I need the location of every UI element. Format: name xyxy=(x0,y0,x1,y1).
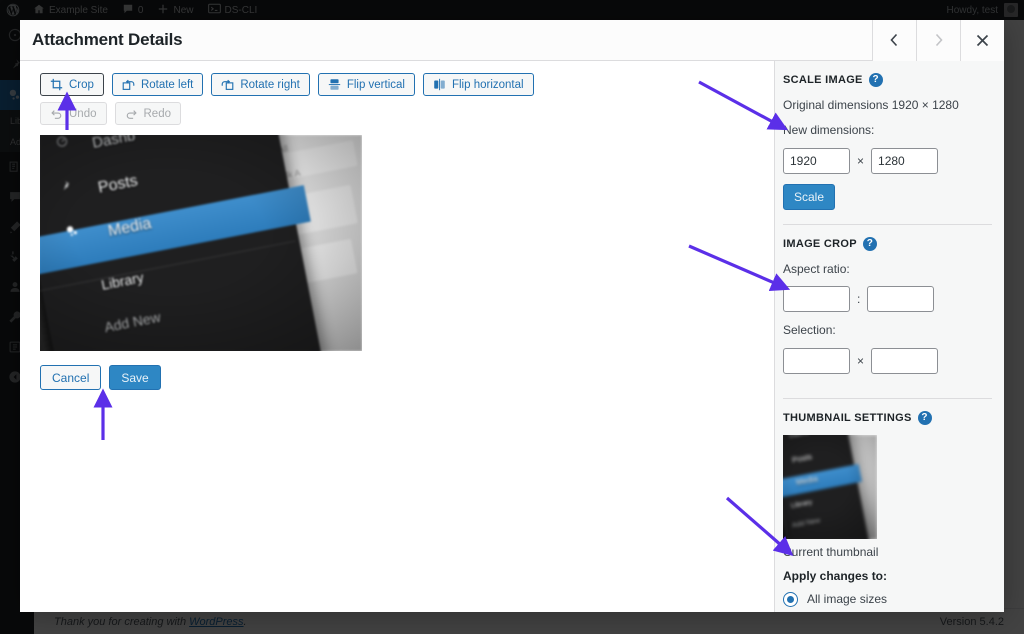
crop-icon xyxy=(50,78,63,91)
editor-actions: Cancel Save xyxy=(40,365,762,390)
apply-changes-label: Apply changes to: xyxy=(783,569,992,583)
radio-button[interactable] xyxy=(783,592,798,607)
redo-button-label: Redo xyxy=(144,108,172,120)
image-preview-wrapper: All Bulk A Dashb Posts Media Library Add… xyxy=(40,135,762,351)
dimension-separator: × xyxy=(857,154,864,168)
flip-vertical-icon xyxy=(328,78,341,91)
chevron-right-icon xyxy=(933,33,944,47)
save-button[interactable]: Save xyxy=(109,365,160,390)
undo-icon xyxy=(50,107,63,120)
scale-button[interactable]: Scale xyxy=(783,184,835,210)
aspect-ratio-label: Aspect ratio: xyxy=(783,261,992,278)
thumbnail-settings-section: THUMBNAIL SETTINGS ? Dashb Posts Media L… xyxy=(783,411,992,612)
scale-height-input[interactable] xyxy=(871,148,938,174)
scale-width-input[interactable] xyxy=(783,148,850,174)
current-thumbnail-image: Dashb Posts Media Library Add New xyxy=(783,435,877,539)
thumbnail-settings-title-label: THUMBNAIL SETTINGS xyxy=(783,412,912,424)
image-crop-title-label: IMAGE CROP xyxy=(783,238,857,250)
close-button[interactable] xyxy=(960,20,1004,61)
image-crop-section: IMAGE CROP ? Aspect ratio: : Selection: … xyxy=(783,237,992,399)
radio-all-image-sizes-label: All image sizes xyxy=(807,592,887,606)
scale-image-section: SCALE IMAGE ? Original dimensions 1920 ×… xyxy=(783,73,992,225)
editor-toolbar-primary: Crop Rotate left Rotate right xyxy=(40,73,762,96)
chevron-left-icon xyxy=(889,33,900,47)
help-icon[interactable]: ? xyxy=(869,73,883,87)
redo-button[interactable]: Redo xyxy=(115,102,182,125)
image-crop-title: IMAGE CROP ? xyxy=(783,237,992,251)
editor-toolbar-history: Undo Redo xyxy=(40,102,762,125)
aspect-ratio-width-input[interactable] xyxy=(783,286,850,312)
modal-nav xyxy=(872,20,1004,61)
close-icon xyxy=(976,34,989,47)
new-dimensions-row: × xyxy=(783,148,992,174)
editor-settings-panel: SCALE IMAGE ? Original dimensions 1920 ×… xyxy=(774,61,1004,612)
thumbnail-vignette xyxy=(783,435,877,539)
previous-button[interactable] xyxy=(872,20,916,61)
rotate-left-icon xyxy=(122,78,135,91)
rotate-right-button-label: Rotate right xyxy=(240,79,299,91)
selection-width-input[interactable] xyxy=(783,348,850,374)
preview-artwork: All Bulk A Dashb Posts Media Library Add… xyxy=(40,135,362,351)
modal-header: Attachment Details xyxy=(20,20,1004,61)
selection-row: × xyxy=(783,348,992,374)
rotate-left-button-label: Rotate left xyxy=(141,79,193,91)
scale-image-title: SCALE IMAGE ? xyxy=(783,73,992,87)
selection-label: Selection: xyxy=(783,322,992,339)
flip-horizontal-button[interactable]: Flip horizontal xyxy=(423,73,534,96)
thumbnail-settings-title: THUMBNAIL SETTINGS ? xyxy=(783,411,992,425)
crop-button[interactable]: Crop xyxy=(40,73,104,96)
next-button[interactable] xyxy=(916,20,960,61)
scale-image-title-label: SCALE IMAGE xyxy=(783,74,863,86)
original-dimensions-text: Original dimensions 1920 × 1280 xyxy=(783,97,992,114)
cancel-button[interactable]: Cancel xyxy=(40,365,101,390)
rotate-left-button[interactable]: Rotate left xyxy=(112,73,203,96)
radio-all-image-sizes[interactable]: All image sizes xyxy=(783,592,992,607)
undo-button-label: Undo xyxy=(69,108,97,120)
image-editor-pane: Crop Rotate left Rotate right xyxy=(20,61,774,612)
selection-separator: × xyxy=(857,354,864,368)
flip-vertical-button-label: Flip vertical xyxy=(347,79,405,91)
crop-button-label: Crop xyxy=(69,79,94,91)
aspect-ratio-height-input[interactable] xyxy=(867,286,934,312)
help-icon[interactable]: ? xyxy=(918,411,932,425)
modal-body: Crop Rotate left Rotate right xyxy=(20,61,1004,612)
undo-button[interactable]: Undo xyxy=(40,102,107,125)
flip-horizontal-button-label: Flip horizontal xyxy=(452,79,524,91)
attachment-details-modal: Attachment Details xyxy=(20,20,1004,612)
redo-icon xyxy=(125,107,138,120)
new-dimensions-label: New dimensions: xyxy=(783,122,992,139)
flip-horizontal-icon xyxy=(433,78,446,91)
image-preview[interactable]: All Bulk A Dashb Posts Media Library Add… xyxy=(40,135,362,351)
page-title: Attachment Details xyxy=(20,30,182,50)
thumbnail-artwork: Dashb Posts Media Library Add New xyxy=(783,435,877,539)
selection-height-input[interactable] xyxy=(871,348,938,374)
current-thumbnail-label: Current thumbnail xyxy=(783,545,992,559)
aspect-ratio-separator: : xyxy=(857,292,860,306)
rotate-right-icon xyxy=(221,78,234,91)
help-icon[interactable]: ? xyxy=(863,237,877,251)
rotate-right-button[interactable]: Rotate right xyxy=(211,73,309,96)
preview-vignette xyxy=(40,135,362,351)
flip-vertical-button[interactable]: Flip vertical xyxy=(318,73,415,96)
aspect-ratio-row: : xyxy=(783,286,992,312)
